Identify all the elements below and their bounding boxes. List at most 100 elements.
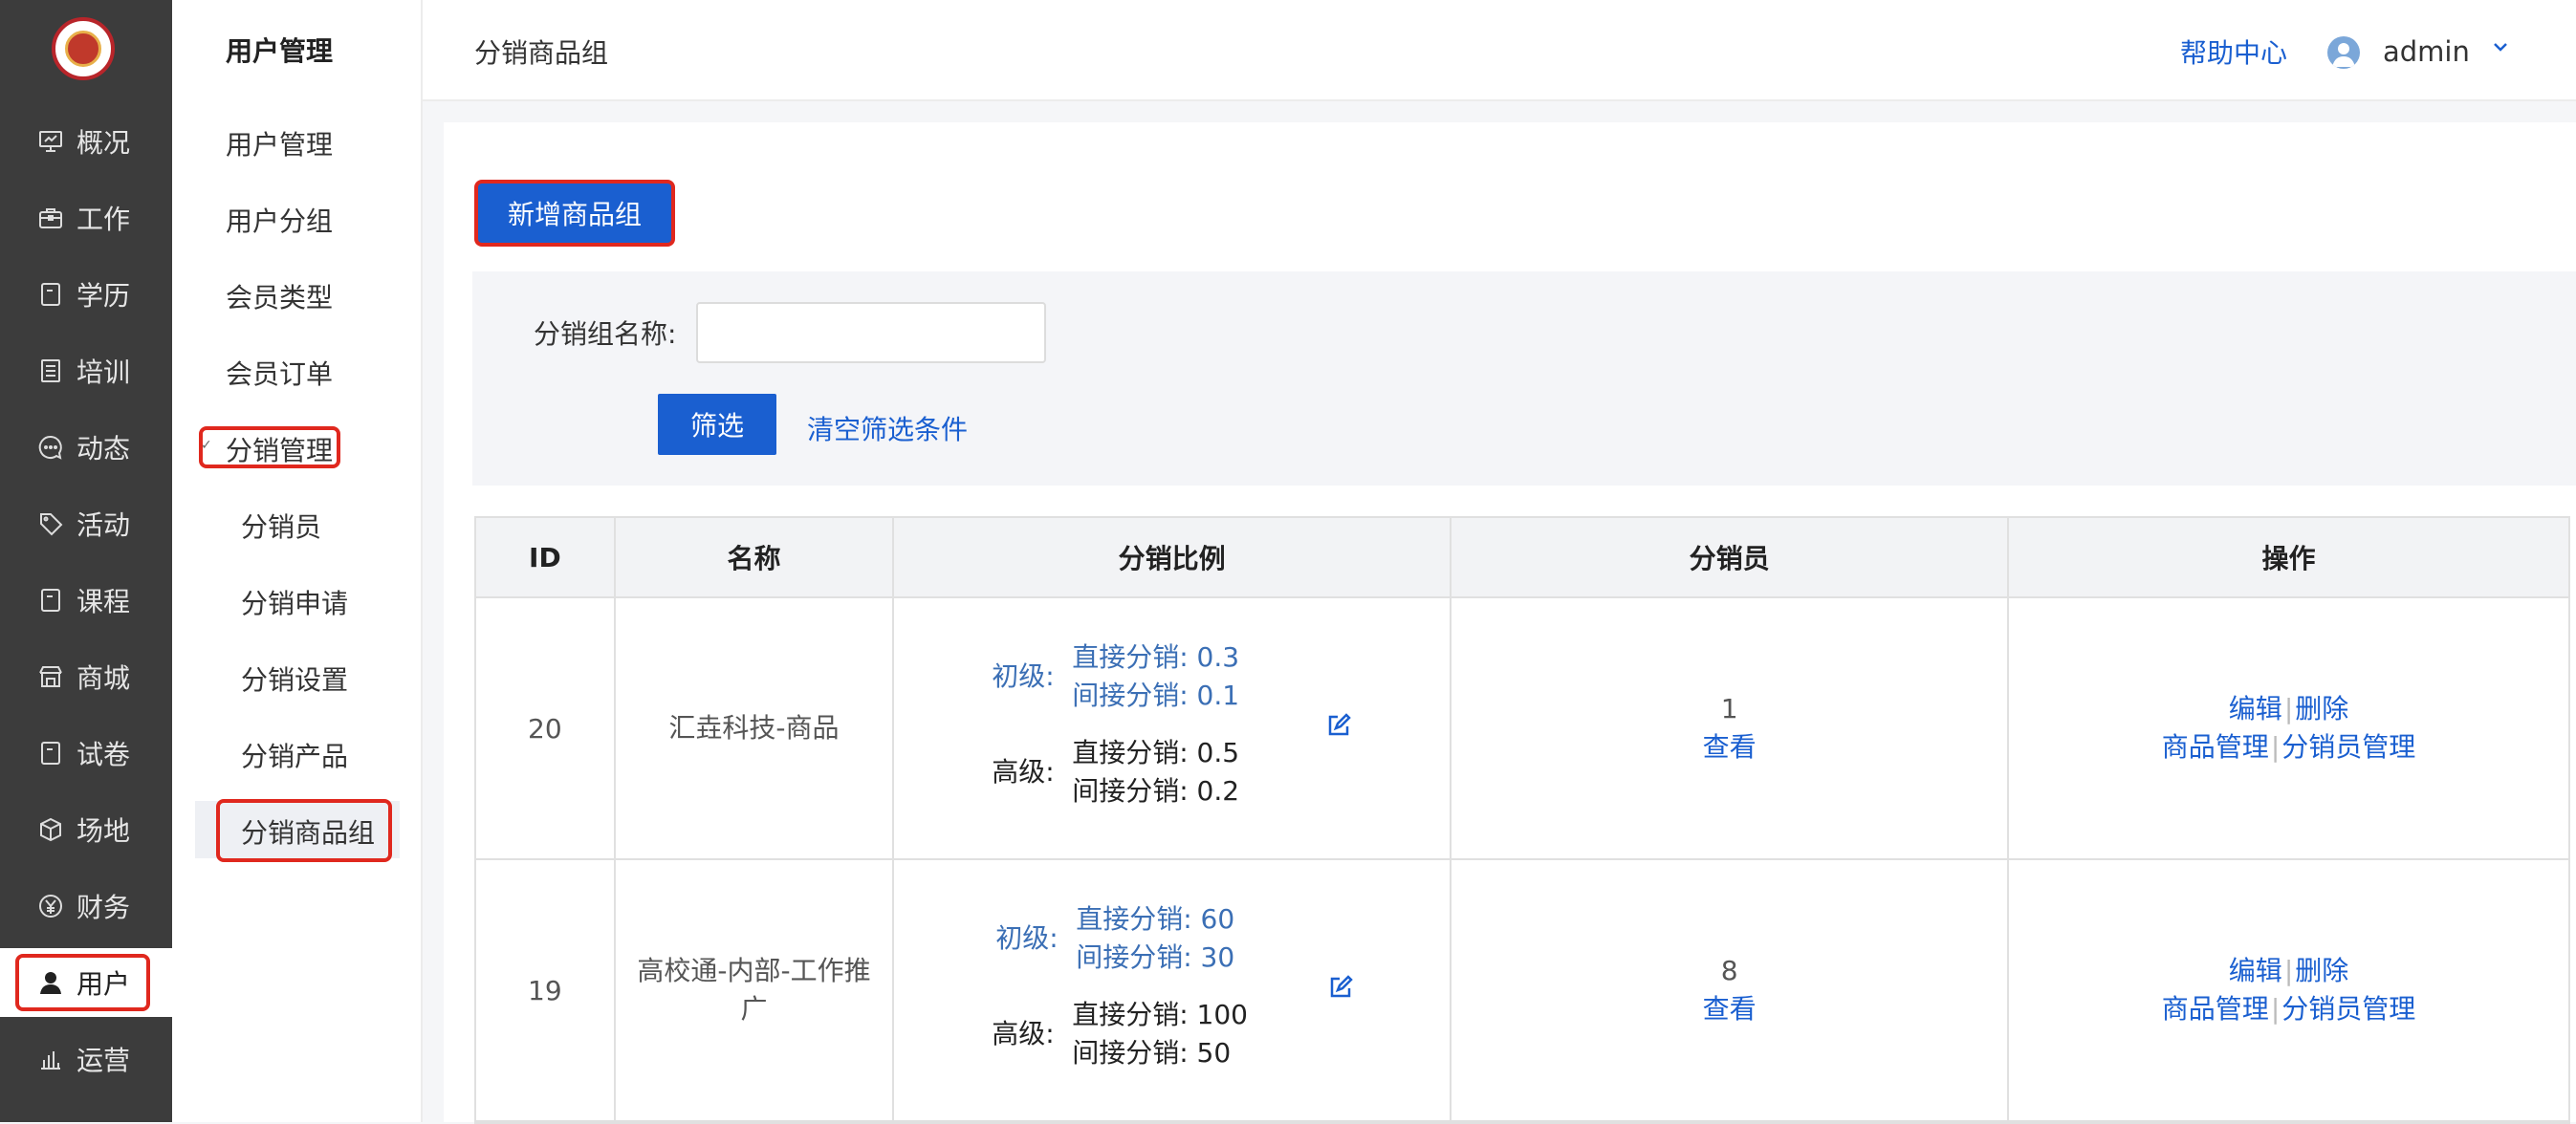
basic-level-label: 初级:	[992, 660, 1055, 692]
rail-item-label: 工作	[76, 204, 131, 235]
ratio-cell: 初级: 直接分销: 60 间接分销: 30 高级: 直接分销: 100 间接分销…	[894, 860, 1450, 1120]
filter-panel: 分销组名称: 筛选 清空筛选条件	[472, 271, 2576, 486]
document-icon	[36, 280, 65, 309]
actions-cell: 编辑|删除 商品管理|分销员管理	[2161, 955, 2416, 1025]
edit-ratio-icon[interactable]	[1326, 713, 1351, 745]
sidebar-item-product-group[interactable]: 分销商品组	[241, 812, 375, 851]
avatar[interactable]	[2327, 36, 2360, 69]
sidebar-item-distributor[interactable]: 分销员	[241, 507, 321, 545]
advanced-indirect-ratio: 间接分销: 0.2	[1072, 775, 1240, 807]
edit-link[interactable]: 编辑	[2229, 693, 2282, 724]
rail-item-course[interactable]: 课程	[0, 566, 172, 635]
highlight-box	[15, 954, 150, 1011]
dashboard-icon	[36, 127, 65, 156]
edit-link[interactable]: 编辑	[2229, 955, 2282, 986]
sidebar-item-distribution-products[interactable]: 分销产品	[241, 736, 348, 774]
rail-item-shop[interactable]: 商城	[0, 642, 172, 711]
advanced-direct-ratio: 直接分销: 0.5	[1072, 737, 1240, 768]
column-header-id: ID	[476, 518, 616, 596]
sidebar-item-user-group[interactable]: 用户分组	[226, 201, 333, 239]
basic-direct-ratio: 直接分销: 60	[1076, 903, 1235, 935]
list-icon	[36, 357, 65, 385]
advanced-indirect-ratio: 间接分销: 50	[1072, 1037, 1232, 1069]
rail-item-label: 试卷	[76, 739, 131, 770]
rail-item-training[interactable]: 培训	[0, 336, 172, 405]
advanced-direct-ratio: 直接分销: 100	[1072, 999, 1248, 1030]
filter-name-label: 分销组名称:	[534, 318, 677, 350]
column-header-distributors: 分销员	[1452, 518, 2010, 596]
briefcase-icon	[36, 204, 65, 232]
rail-item-news[interactable]: 动态	[0, 413, 172, 482]
rail-item-venue[interactable]: 场地	[0, 795, 172, 864]
chevron-down-icon: ✓	[201, 438, 212, 453]
sidebar-title: 用户管理	[226, 35, 334, 67]
help-center-link[interactable]: 帮助中心	[2180, 32, 2287, 71]
rail-item-education[interactable]: 学历	[0, 260, 172, 329]
sidebar-group-distribution[interactable]: 分销管理	[226, 430, 333, 468]
actions-cell: 编辑|删除 商品管理|分销员管理	[2161, 693, 2416, 763]
main-nav-rail: 概况 工作 学历 培训 动态 活动 课程 商城 试卷 场地 财务 用户 运营	[0, 0, 172, 1122]
rail-item-label: 运营	[76, 1045, 131, 1076]
add-product-group-button[interactable]: 新增商品组	[478, 184, 671, 243]
sub-sidebar: 用户管理 用户管理 用户分组 会员类型 会员订单 ✓ 分销管理 分销员 分销申请…	[172, 0, 423, 1122]
edit-ratio-icon[interactable]	[1328, 975, 1353, 1006]
rail-item-exam[interactable]: 试卷	[0, 719, 172, 788]
view-distributors-link[interactable]: 查看	[1703, 728, 1757, 767]
cell-id: 19	[476, 860, 616, 1120]
rail-item-label: 培训	[76, 357, 131, 388]
page-title: 分销商品组	[474, 37, 609, 69]
shop-icon	[36, 662, 65, 691]
rail-item-operation[interactable]: 运营	[0, 1025, 172, 1093]
table-row: 19 高校通-内部-工作推广 初级: 直接分销: 60 间接分销: 30 高级:…	[476, 860, 2568, 1122]
rail-item-activity[interactable]: 活动	[0, 489, 172, 558]
column-header-name: 名称	[616, 518, 895, 596]
delete-link[interactable]: 删除	[2295, 693, 2348, 724]
rail-item-label: 商城	[76, 662, 131, 694]
basic-direct-ratio: 直接分销: 0.3	[1072, 641, 1240, 673]
rail-item-label: 动态	[76, 433, 131, 465]
chevron-down-icon[interactable]	[2490, 36, 2511, 61]
rail-item-label: 财务	[76, 892, 131, 923]
ratio-cell: 初级: 直接分销: 0.3 间接分销: 0.1 高级: 直接分销: 0.5 间接…	[894, 598, 1450, 858]
document-icon	[36, 586, 65, 615]
basic-level-label: 初级:	[995, 922, 1059, 954]
rail-item-label: 学历	[76, 280, 131, 312]
table-header: ID 名称 分销比例 分销员 操作	[476, 518, 2568, 598]
rail-item-label: 场地	[76, 815, 131, 847]
distributor-cell: 8 查看	[1703, 952, 1757, 1028]
basic-indirect-ratio: 间接分销: 0.1	[1072, 680, 1240, 711]
distributor-count: 1	[1720, 693, 1738, 724]
sidebar-item-user-management[interactable]: 用户管理	[226, 124, 333, 162]
cell-name: 汇垚科技-商品	[668, 712, 840, 744]
rail-item-work[interactable]: 工作	[0, 184, 172, 252]
goods-management-link[interactable]: 商品管理	[2162, 731, 2269, 763]
basic-indirect-ratio: 间接分销: 30	[1076, 941, 1235, 973]
tag-icon	[36, 509, 65, 538]
rail-item-finance[interactable]: 财务	[0, 872, 172, 940]
cell-name: 高校通-内部-工作推广	[637, 955, 871, 1025]
chat-icon	[36, 433, 65, 462]
school-logo	[52, 17, 115, 80]
distributor-management-link[interactable]: 分销员管理	[2281, 731, 2415, 763]
username[interactable]: admin	[2383, 35, 2470, 68]
advanced-level-label: 高级:	[992, 1018, 1055, 1049]
sidebar-item-member-type[interactable]: 会员类型	[226, 277, 333, 315]
rail-item-user[interactable]: 用户	[0, 948, 172, 1017]
sidebar-item-member-order[interactable]: 会员订单	[226, 354, 333, 392]
group-name-input[interactable]	[696, 302, 1046, 363]
rail-item-overview[interactable]: 概况	[0, 107, 172, 176]
top-header: 分销商品组 帮助中心 admin	[423, 0, 2576, 101]
goods-management-link[interactable]: 商品管理	[2162, 993, 2269, 1025]
cell-id: 20	[476, 598, 616, 858]
bar-chart-icon	[36, 1045, 65, 1073]
filter-button[interactable]: 筛选	[658, 394, 776, 455]
document-icon	[36, 739, 65, 767]
rail-item-label: 课程	[76, 586, 131, 617]
sidebar-item-distribution-apply[interactable]: 分销申请	[241, 583, 348, 621]
distributor-management-link[interactable]: 分销员管理	[2281, 993, 2415, 1025]
delete-link[interactable]: 删除	[2295, 955, 2348, 986]
view-distributors-link[interactable]: 查看	[1703, 990, 1757, 1028]
content-card: 新增商品组 分销组名称: 筛选 清空筛选条件 ID 名称 分销比例 分销员 操作…	[444, 122, 2576, 1124]
sidebar-item-distribution-settings[interactable]: 分销设置	[241, 659, 348, 698]
clear-filter-link[interactable]: 清空筛选条件	[807, 409, 968, 447]
